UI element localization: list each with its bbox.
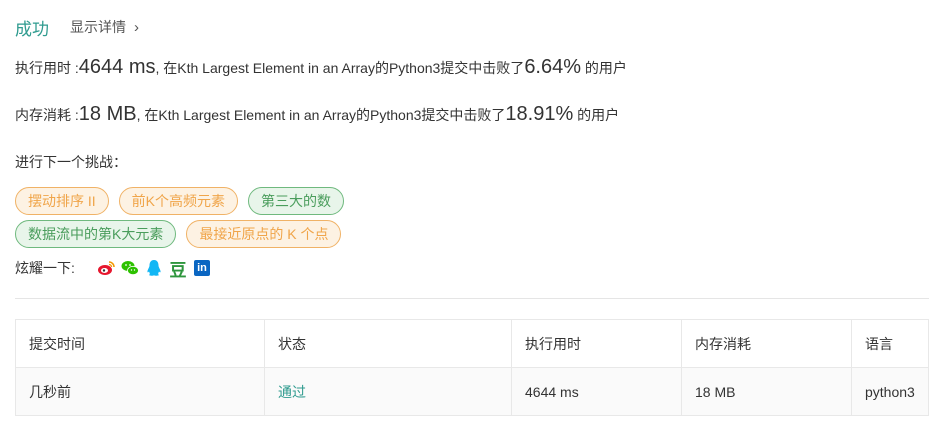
table-header-row: 提交时间 状态 执行用时 内存消耗 语言: [16, 320, 928, 368]
cell-submit-time: 几秒前: [16, 368, 265, 415]
runtime-description: , 在Kth Largest Element in an Array的Pytho…: [155, 60, 525, 76]
show-details-label: 显示详情: [70, 19, 126, 35]
header-memory: 内存消耗: [682, 320, 852, 367]
chevron-right-icon: ›: [134, 18, 139, 36]
section-divider: [15, 298, 929, 299]
share-icons: 豆 in: [97, 259, 211, 280]
tag-kth-largest-stream[interactable]: 数据流中的第K大元素: [15, 220, 177, 248]
tag-k-closest-points[interactable]: 最接近原点的 K 个点: [186, 220, 342, 248]
share-row: 炫耀一下: 豆 in: [15, 258, 211, 280]
show-details-link[interactable]: 显示详情 ›: [70, 17, 139, 37]
douban-icon[interactable]: 豆: [169, 259, 187, 280]
runtime-suffix: 的用户: [581, 60, 627, 76]
header-runtime: 执行用时: [512, 320, 682, 367]
cell-language: python3: [865, 383, 915, 400]
memory-description: , 在Kth Largest Element in an Array的Pytho…: [136, 107, 506, 123]
status-passed-link[interactable]: 通过: [278, 382, 306, 402]
tag-row-2: 数据流中的第K大元素 最接近原点的 K 个点: [15, 220, 615, 248]
weibo-icon[interactable]: [97, 259, 115, 277]
douban-glyph: 豆: [169, 260, 187, 280]
cell-runtime: 4644 ms: [512, 368, 682, 415]
memory-suffix: 的用户: [573, 107, 620, 123]
runtime-percent: 6.64%: [524, 56, 582, 78]
tag-row-1: 摆动排序 II 前K个高频元素 第三大的数: [15, 187, 615, 215]
tag-top-k-frequent[interactable]: 前K个高频元素: [118, 187, 239, 215]
runtime-summary: 执行用时 : 4644 ms , 在Kth Largest Element in…: [15, 56, 627, 79]
memory-percent: 18.91%: [505, 103, 574, 125]
runtime-value: 4644 ms: [78, 56, 156, 78]
cell-memory: 18 MB: [682, 368, 852, 415]
table-row: 几秒前 通过 4644 ms 18 MB python3: [16, 368, 928, 415]
qq-icon[interactable]: [145, 259, 163, 277]
tag-wiggle-sort-ii[interactable]: 摆动排序 II: [15, 187, 109, 215]
submissions-table: 提交时间 状态 执行用时 内存消耗 语言 几秒前 通过 4644 ms 18 M…: [15, 319, 929, 416]
status-result: 成功: [15, 19, 49, 39]
memory-summary: 内存消耗 : 18 MB , 在Kth Largest Element in a…: [15, 103, 619, 126]
header-language: 语言: [865, 335, 893, 352]
share-label: 炫耀一下:: [15, 260, 75, 276]
runtime-label: 执行用时 :: [15, 60, 79, 76]
tag-third-maximum[interactable]: 第三大的数: [248, 187, 345, 215]
next-challenge-title: 进行下一个挑战：: [15, 154, 127, 170]
submission-status-row: 成功 显示详情 ›: [15, 16, 139, 39]
memory-label: 内存消耗 :: [15, 107, 79, 123]
memory-value: 18 MB: [78, 103, 137, 125]
linkedin-icon[interactable]: in: [193, 259, 211, 277]
cell-status: 通过: [265, 368, 512, 415]
linkedin-glyph: in: [194, 260, 210, 276]
wechat-icon[interactable]: [121, 259, 139, 277]
header-submit-time: 提交时间: [16, 320, 265, 367]
header-status: 状态: [265, 320, 512, 367]
challenge-tags: 摆动排序 II 前K个高频元素 第三大的数 数据流中的第K大元素 最接近原点的 …: [15, 187, 615, 253]
